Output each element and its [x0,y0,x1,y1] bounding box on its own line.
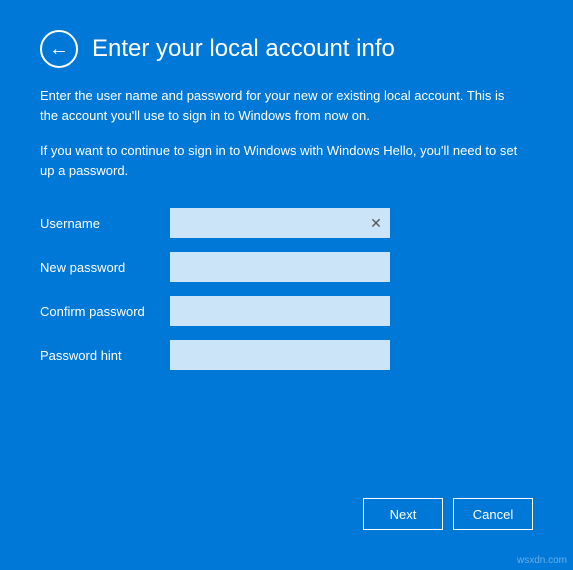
username-row: Username ✕ [40,208,533,238]
password-hint-row: Password hint [40,340,533,370]
clear-username-button[interactable]: ✕ [368,215,384,231]
new-password-input[interactable] [170,252,390,282]
cancel-button[interactable]: Cancel [453,498,533,530]
password-hint-input[interactable] [170,340,390,370]
confirm-password-row: Confirm password [40,296,533,326]
description-line1: Enter the user name and password for you… [40,86,520,125]
username-input-wrapper: ✕ [170,208,390,238]
back-button[interactable]: ← [40,30,78,68]
description-line2: If you want to continue to sign in to Wi… [40,141,520,180]
new-password-label: New password [40,260,170,275]
main-container: ← Enter your local account info Enter th… [0,0,573,570]
page-title: Enter your local account info [92,35,395,63]
page-header: ← Enter your local account info [40,30,533,68]
password-hint-input-wrapper [170,340,390,370]
watermark: wsxdn.com [517,555,567,566]
confirm-password-label: Confirm password [40,304,170,319]
confirm-password-input-wrapper [170,296,390,326]
new-password-row: New password [40,252,533,282]
username-label: Username [40,216,170,231]
account-form: Username ✕ New password Confirm password… [40,208,533,384]
next-button[interactable]: Next [363,498,443,530]
footer: Next Cancel [40,498,533,540]
back-arrow-icon: ← [49,39,69,59]
username-input[interactable] [170,208,390,238]
confirm-password-input[interactable] [170,296,390,326]
password-hint-label: Password hint [40,348,170,363]
new-password-input-wrapper [170,252,390,282]
